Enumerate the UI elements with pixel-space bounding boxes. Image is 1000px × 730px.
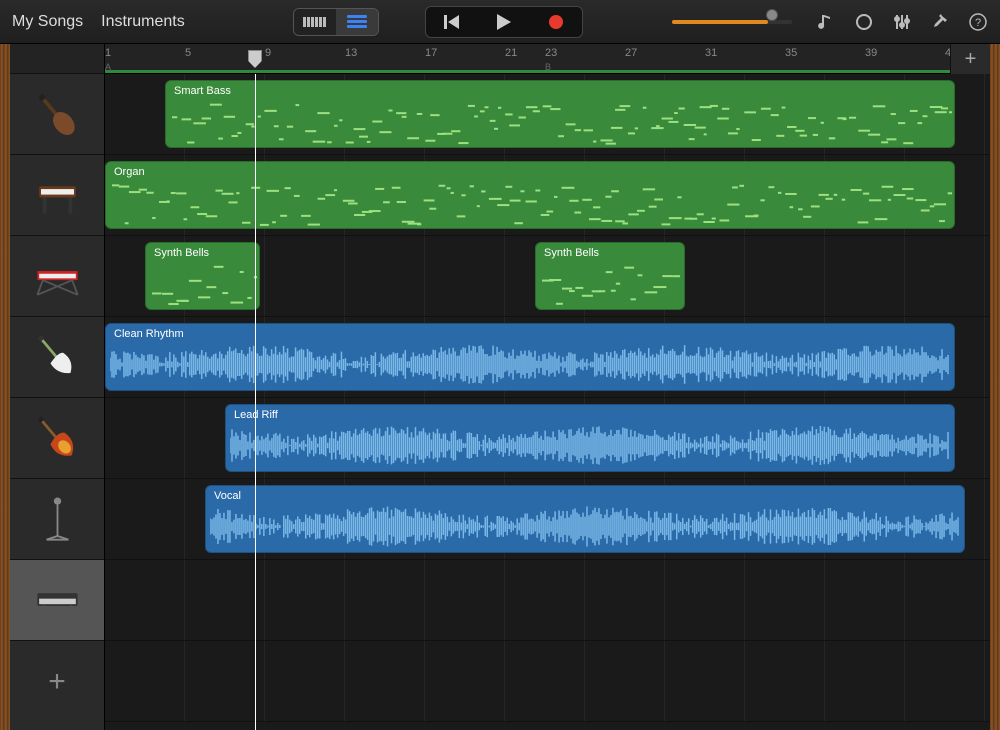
midi-notes	[540, 261, 680, 305]
track-header-rhythm[interactable]	[10, 317, 104, 398]
region-label: Smart Bass	[174, 85, 946, 97]
ruler-mark: 27	[625, 47, 637, 59]
tracks-icon	[347, 15, 367, 28]
playhead-line	[255, 74, 256, 730]
instruments-button[interactable]: Instruments	[101, 13, 185, 31]
region-synth-bells[interactable]: Synth Bells	[145, 242, 260, 310]
ruler-mark: 17	[425, 47, 437, 59]
ruler-mark: 13	[345, 47, 357, 59]
loop-icon[interactable]	[854, 12, 874, 32]
region-organ[interactable]: Organ	[105, 161, 955, 229]
track-lane-lead[interactable]: Lead Riff	[105, 398, 990, 479]
track-header-lead[interactable]	[10, 398, 104, 479]
track-header-synth[interactable]	[10, 236, 104, 317]
track-header-spare[interactable]	[10, 560, 104, 641]
timeline-ruler[interactable]: 1A5913172123B2731353943 +	[105, 44, 990, 74]
track-header-vocal[interactable]	[10, 479, 104, 560]
master-volume-slider[interactable]	[672, 13, 792, 31]
main-toolbar: My Songs Instruments	[0, 0, 1000, 44]
track-header-column: +	[10, 44, 105, 730]
record-button[interactable]	[532, 9, 580, 35]
add-section-button[interactable]: +	[950, 44, 990, 74]
wood-edge-left	[0, 44, 10, 730]
waveform	[210, 506, 960, 546]
my-songs-button[interactable]: My Songs	[12, 13, 83, 31]
right-tool-group: ?	[816, 12, 988, 32]
add-track-button[interactable]: +	[10, 641, 104, 722]
keyboard-view-button[interactable]	[294, 9, 336, 35]
track-header-bass[interactable]	[10, 74, 104, 155]
settings-icon[interactable]	[930, 12, 950, 32]
svg-text:?: ?	[975, 17, 981, 29]
transport-controls	[425, 6, 583, 38]
region-label: Organ	[114, 166, 946, 178]
mic-stand-icon	[30, 492, 85, 547]
guitar-white-icon	[30, 330, 85, 385]
region-synth-bells[interactable]: Synth Bells	[535, 242, 685, 310]
track-area[interactable]: 1A5913172123B2731353943 + Smart BassOrga…	[105, 44, 990, 730]
ruler-mark: 31	[705, 47, 717, 59]
guitar-sunburst-icon	[30, 411, 85, 466]
region-label: Lead Riff	[234, 409, 946, 421]
previous-icon	[444, 15, 459, 29]
track-lane-bass[interactable]: Smart Bass	[105, 74, 990, 155]
region-lead-riff[interactable]: Lead Riff	[225, 404, 955, 472]
track-header-organ[interactable]	[10, 155, 104, 236]
organ-icon	[30, 168, 85, 223]
waveform	[230, 425, 950, 465]
workspace: + 1A5913172123B2731353943 + Smart BassOr…	[0, 44, 1000, 730]
region-label: Synth Bells	[544, 247, 676, 259]
bass-guitar-icon	[30, 87, 85, 142]
region-smart-bass[interactable]: Smart Bass	[165, 80, 955, 148]
previous-button[interactable]	[428, 9, 476, 35]
keyboard-grey-icon	[30, 573, 85, 628]
mixer-icon[interactable]	[892, 12, 912, 32]
track-lane-empty	[105, 641, 990, 722]
region-label: Vocal	[214, 490, 956, 502]
region-label: Clean Rhythm	[114, 328, 946, 340]
ruler-spacer	[10, 44, 104, 74]
ruler-mark: 9	[265, 47, 271, 59]
waveform	[110, 344, 950, 384]
ruler-mark: 23B	[545, 47, 557, 59]
region-clean-rhythm[interactable]: Clean Rhythm	[105, 323, 955, 391]
keyboard-red-icon	[30, 249, 85, 304]
track-lane-rhythm[interactable]: Clean Rhythm	[105, 317, 990, 398]
ruler-mark: 5	[185, 47, 191, 59]
midi-notes	[170, 99, 950, 143]
record-icon	[549, 15, 563, 29]
ruler-mark: 21	[505, 47, 517, 59]
tracks-view-button[interactable]	[336, 9, 378, 35]
track-lane-organ[interactable]: Organ	[105, 155, 990, 236]
ruler-mark: 35	[785, 47, 797, 59]
ruler-mark: 1A	[105, 47, 111, 59]
play-button[interactable]	[480, 9, 528, 35]
track-lane-synth[interactable]: Synth Bells Synth Bells	[105, 236, 990, 317]
wood-edge-right	[990, 44, 1000, 730]
view-switcher	[293, 8, 379, 36]
midi-notes	[150, 261, 255, 305]
track-lane-vocal[interactable]: Vocal	[105, 479, 990, 560]
help-icon[interactable]: ?	[968, 12, 988, 32]
ruler-mark: 39	[865, 47, 877, 59]
region-vocal[interactable]: Vocal	[205, 485, 965, 553]
play-icon	[497, 14, 511, 30]
track-lane-spare[interactable]	[105, 560, 990, 641]
region-label: Synth Bells	[154, 247, 251, 259]
note-icon[interactable]	[816, 12, 836, 32]
keyboard-icon	[303, 17, 326, 27]
midi-notes	[110, 180, 950, 224]
